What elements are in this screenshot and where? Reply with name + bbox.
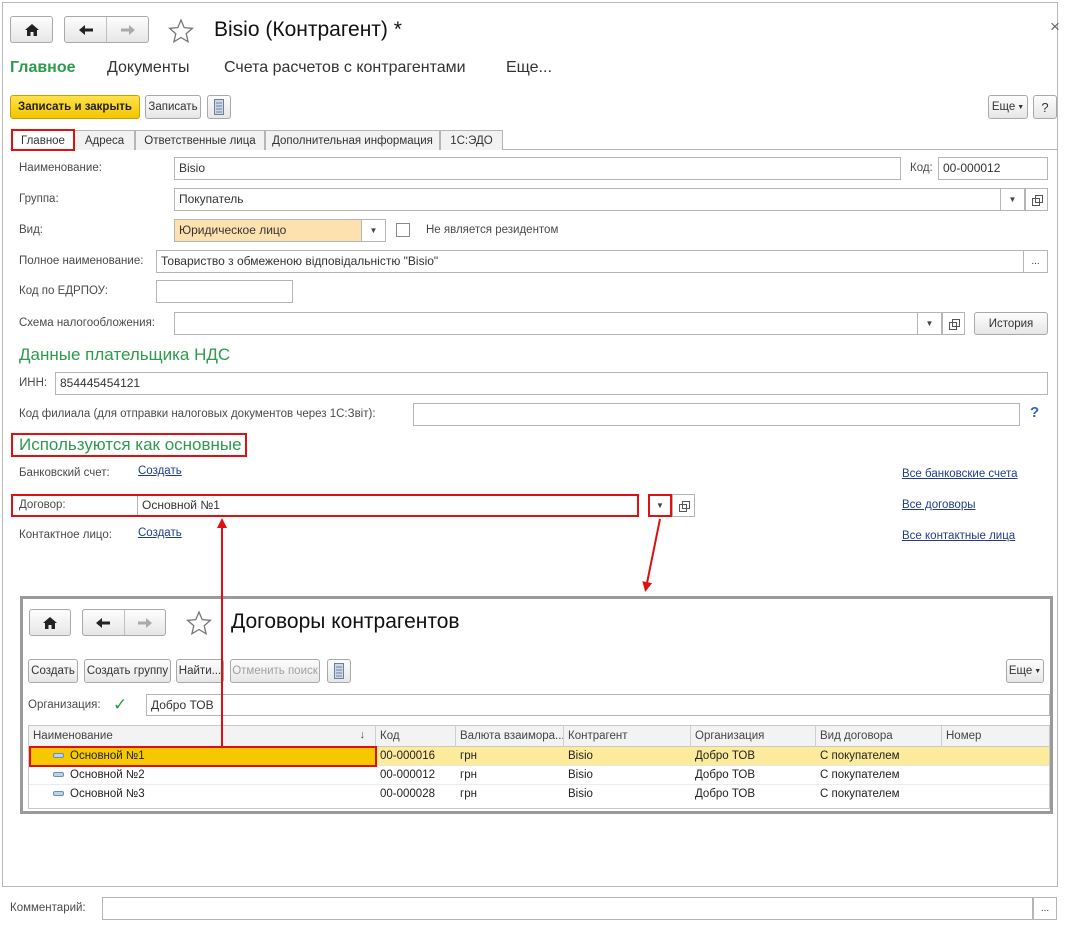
comment-ellipsis-button[interactable]: ... [1033, 897, 1057, 920]
annotation-arrows [217, 518, 661, 746]
comment-label: Комментарий: [10, 902, 86, 914]
comment-field[interactable] [102, 897, 1033, 920]
